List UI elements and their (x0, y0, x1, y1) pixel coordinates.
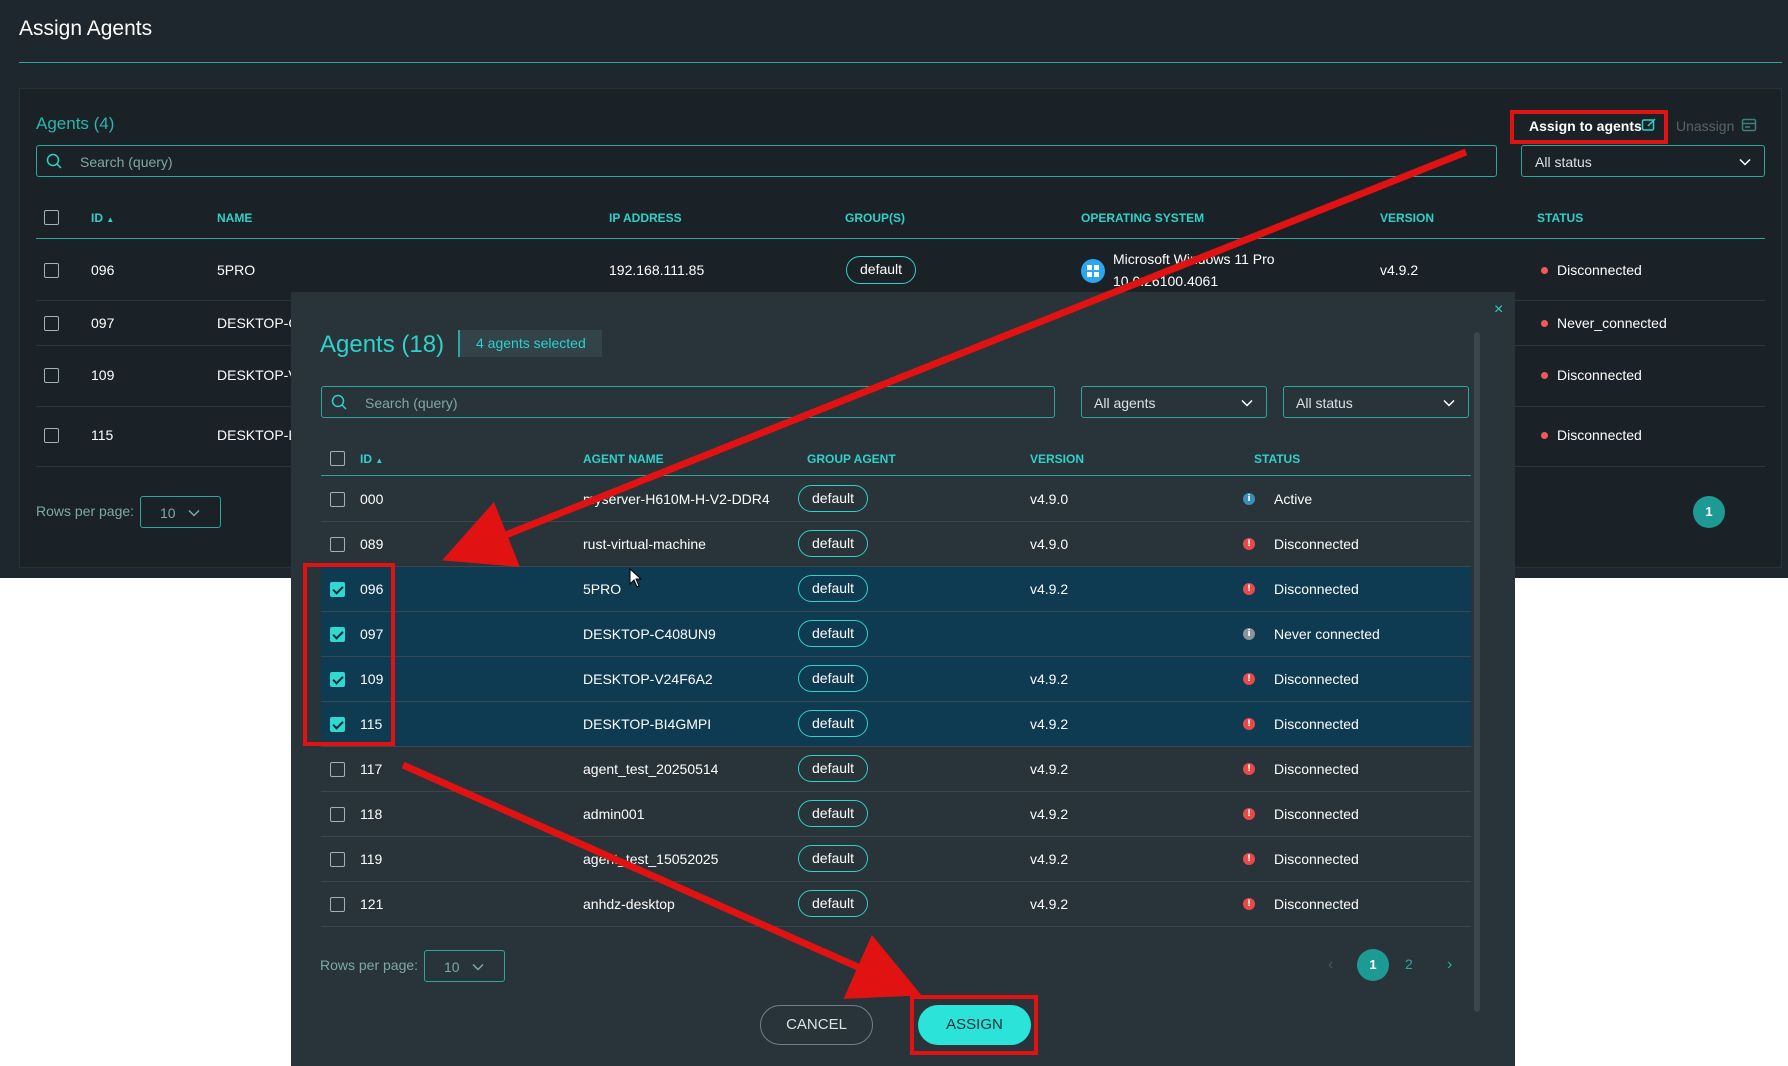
arrow-to-checkboxes (441, 148, 1468, 567)
mouse-cursor-icon (629, 568, 643, 588)
arrow-to-assign (401, 761, 922, 999)
annotation-arrows (401, 148, 1468, 999)
screenshot-stage: Assign Agents Agents (4) Assign to agent… (0, 0, 1788, 1066)
